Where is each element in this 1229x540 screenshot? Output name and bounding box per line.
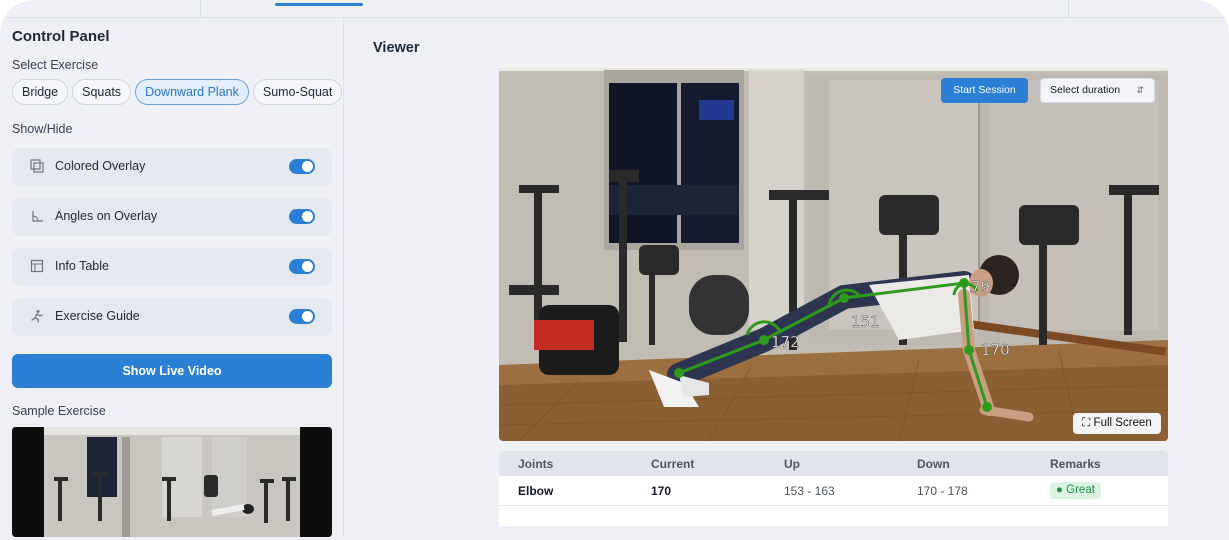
start-session-button[interactable]: Start Session (941, 78, 1028, 103)
cell-joint: Elbow (518, 484, 554, 498)
cell-down: 170 - 178 (917, 484, 968, 498)
duration-placeholder: Select duration (1050, 84, 1121, 96)
app-window: Control Panel Select Exercise Bridge Squ… (0, 0, 1229, 540)
show-live-video-button[interactable]: Show Live Video (12, 354, 332, 388)
angles-switch[interactable] (289, 209, 315, 224)
nav-divider (200, 0, 201, 18)
video-viewer[interactable]: 172 151 79 170 (499, 65, 1168, 441)
top-nav (0, 0, 1229, 18)
select-exercise-label: Select Exercise (12, 58, 99, 72)
info-table-switch[interactable] (289, 259, 315, 274)
angle-label-shoulder: 79 (971, 278, 990, 296)
expand-icon: ⛶ (1082, 417, 1091, 429)
toggle-label: Exercise Guide (55, 309, 140, 323)
toggle-row-exercise-guide: Exercise Guide (12, 298, 332, 336)
cell-current: 170 (651, 484, 672, 498)
toggle-label: Angles on Overlay (55, 209, 158, 223)
full-screen-label: Full Screen (1093, 417, 1152, 429)
colored-overlay-switch[interactable] (289, 159, 315, 174)
angle-label-knee: 151 (851, 313, 880, 331)
angle-icon (30, 209, 44, 223)
header-down: Down (917, 457, 950, 471)
header-up: Up (784, 457, 800, 471)
status-badge: ● Great (1050, 482, 1101, 499)
exercise-chip-squats[interactable]: Squats (72, 79, 132, 105)
toggle-label: Colored Overlay (55, 159, 146, 173)
show-hide-label: Show/Hide (12, 122, 73, 136)
nav-divider (1068, 0, 1069, 18)
exercise-selector: Bridge Squats Downward Plank Sumo-Squat (12, 79, 343, 105)
exercise-chip-bridge[interactable]: Bridge (12, 79, 69, 105)
remark-text: Great (1066, 484, 1095, 496)
table-icon (30, 259, 44, 273)
angle-label-elbow: 170 (981, 341, 1010, 359)
toggle-label: Info Table (55, 259, 109, 273)
control-panel: Control Panel Select Exercise Bridge Squ… (0, 18, 344, 538)
active-tab-indicator (275, 3, 363, 6)
header-joints: Joints (518, 457, 554, 471)
viewer-title: Viewer (373, 40, 420, 56)
toggle-row-info-table: Info Table (12, 248, 332, 286)
table-row (499, 506, 1168, 526)
exercise-chip-sumo-squat[interactable]: Sumo-Squat (252, 79, 343, 105)
running-person-icon (30, 309, 44, 323)
header-current: Current (651, 457, 695, 471)
cell-up: 153 - 163 (784, 484, 835, 498)
toggle-row-angles: Angles on Overlay (12, 198, 332, 236)
exercise-chip-downward-plank[interactable]: Downward Plank (135, 79, 249, 105)
duration-select[interactable]: Select duration ⇵ (1040, 78, 1155, 103)
overlay-icon (30, 159, 44, 173)
sample-exercise-label: Sample Exercise (12, 404, 106, 418)
sample-exercise-video[interactable] (12, 427, 332, 537)
angle-label-hip: 172 (771, 333, 800, 351)
control-panel-title: Control Panel (12, 28, 110, 45)
exercise-guide-switch[interactable] (289, 309, 315, 324)
info-table: Joints Current Up Down Remarks Elbow 170… (499, 451, 1168, 526)
chevron-up-down-icon: ⇵ (1136, 85, 1144, 95)
table-row: Elbow 170 153 - 163 170 - 178 ● Great (499, 476, 1168, 506)
table-header: Joints Current Up Down Remarks (499, 451, 1168, 476)
full-screen-button[interactable]: ⛶ Full Screen (1073, 413, 1161, 434)
header-remarks: Remarks (1050, 457, 1101, 471)
toggle-row-colored-overlay: Colored Overlay (12, 148, 332, 186)
